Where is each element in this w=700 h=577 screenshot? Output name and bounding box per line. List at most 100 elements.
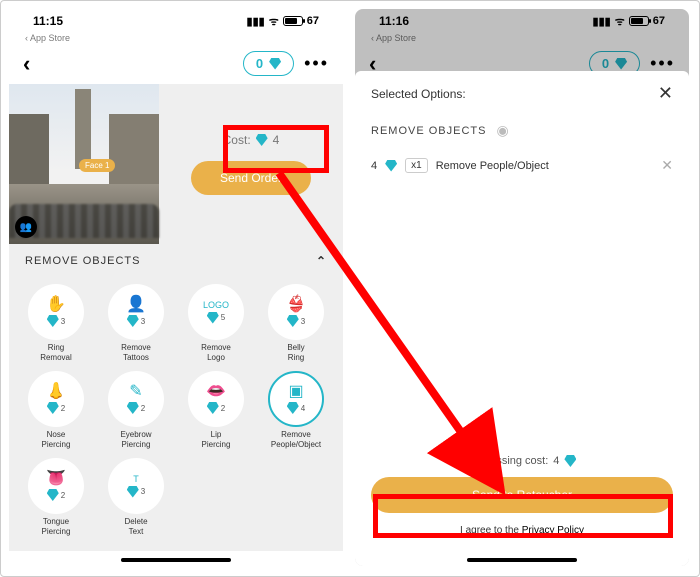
option-price: 3 (127, 315, 145, 327)
gem-icon (615, 58, 627, 70)
gem-icon (564, 455, 576, 467)
option-icon: 👅 (46, 471, 66, 487)
option-icon: ✎ (129, 384, 142, 400)
option-icon: ▣ (288, 384, 303, 400)
more-button[interactable]: ••• (304, 53, 329, 74)
option-bubble[interactable]: 👄2 (188, 371, 244, 427)
face-tag[interactable]: Face 1 (79, 159, 115, 172)
gem-icon (207, 312, 219, 324)
send-order-button[interactable]: Send Order (191, 161, 311, 195)
option-label: Delete Text (124, 517, 147, 537)
back-to-appstore[interactable]: App Store (355, 33, 689, 47)
option-icon: 👤 (126, 297, 146, 313)
options-grid: ✋3Ring Removal👤3Remove TattoosLOGO5Remov… (9, 278, 343, 551)
gem-icon (269, 58, 281, 70)
option-label: Eyebrow Piercing (120, 430, 151, 450)
option-price-value: 2 (61, 491, 65, 500)
line-item: 4 x1 Remove People/Object ✕ (355, 149, 689, 182)
option-label: Remove Logo (201, 343, 231, 363)
option-icon: LOGO (203, 301, 229, 310)
hero-area: Face 1 👥 Cost: 4 Send Order (9, 84, 343, 244)
option-price-value: 3 (141, 317, 145, 326)
chevron-up-icon: ⌃ (316, 254, 327, 268)
option-lip-piercing[interactable]: 👄2Lip Piercing (179, 371, 253, 450)
option-bubble[interactable]: T3 (108, 458, 164, 514)
sheet-group-title: REMOVE OBJECTS (371, 125, 486, 137)
people-icon[interactable]: 👥 (15, 216, 37, 238)
option-price: 3 (47, 315, 65, 327)
option-price-value: 2 (141, 404, 145, 413)
credit-count: 0 (602, 56, 609, 71)
status-bar: 11:16 ▮▮▮ ᯤ 67 (355, 9, 689, 33)
sheet-title: Selected Options: (371, 87, 466, 101)
remove-item-button[interactable]: ✕ (661, 157, 673, 174)
option-bubble[interactable]: ✋3 (28, 284, 84, 340)
send-to-retoucher-button[interactable]: Send to Retoucher (371, 477, 673, 513)
option-remove-tattoos[interactable]: 👤3Remove Tattoos (99, 284, 173, 363)
option-remove-logo[interactable]: LOGO5 Remove Logo (179, 284, 253, 363)
option-tongue-piercing[interactable]: 👅2Tongue Piercing (19, 458, 93, 537)
visibility-icon[interactable]: ◉ (496, 122, 509, 139)
gem-icon (127, 315, 139, 327)
battery-icon (629, 16, 649, 26)
section-header[interactable]: REMOVE OBJECTS ⌃ (9, 244, 343, 278)
option-label: Ring Removal (40, 343, 72, 363)
credit-count: 0 (256, 56, 263, 71)
option-bubble[interactable]: LOGO5 (188, 284, 244, 340)
processing-cost: Processing cost: 4 (371, 455, 673, 467)
hero-side: Cost: 4 Send Order (159, 84, 343, 244)
option-eyebrow-piercing[interactable]: ✎2Eyebrow Piercing (99, 371, 173, 450)
option-bubble[interactable]: 👅2 (28, 458, 84, 514)
cost-value: 4 (273, 133, 280, 147)
option-bubble[interactable]: 👤3 (108, 284, 164, 340)
option-delete-text[interactable]: T3 Delete Text (99, 458, 173, 537)
option-icon: 👃 (46, 384, 66, 400)
option-price: 2 (127, 402, 145, 414)
option-price-value: 3 (141, 487, 145, 496)
back-button[interactable]: ‹ (23, 53, 30, 75)
home-indicator[interactable] (121, 558, 231, 562)
close-button[interactable]: ✕ (658, 83, 673, 104)
option-price-value: 2 (61, 404, 65, 413)
option-bubble[interactable]: ▣4 (268, 371, 324, 427)
phone-right: 11:16 ▮▮▮ ᯤ 67 App Store ‹ 0 ••• Selecte… (351, 5, 693, 570)
option-nose-piercing[interactable]: 👃2Nose Piercing (19, 371, 93, 450)
option-price-value: 2 (221, 404, 225, 413)
wifi-icon: ᯤ (269, 14, 279, 29)
phone-left: 11:15 ▮▮▮ ᯤ 67 App Store ‹ 0 ••• Fac (5, 5, 347, 570)
home-indicator[interactable] (467, 558, 577, 562)
option-ring-removal[interactable]: ✋3Ring Removal (19, 284, 93, 363)
status-right: ▮▮▮ ᯤ 67 (247, 14, 319, 29)
gem-icon (127, 402, 139, 414)
battery-icon (283, 16, 303, 26)
item-qty: x1 (405, 158, 428, 173)
gem-icon (47, 402, 59, 414)
privacy-policy-link[interactable]: Privacy Policy (522, 525, 584, 536)
option-icon: ✋ (46, 297, 66, 313)
option-price: 3 (287, 315, 305, 327)
gem-icon (207, 402, 219, 414)
section-title: REMOVE OBJECTS (25, 255, 140, 267)
option-remove-people-object[interactable]: ▣4Remove People/Object (259, 371, 333, 450)
option-bubble[interactable]: ✎2 (108, 371, 164, 427)
gem-icon (47, 489, 59, 501)
option-bubble[interactable]: 👙3 (268, 284, 324, 340)
signal-icon: ▮▮▮ (247, 15, 265, 28)
item-name: Remove People/Object (436, 160, 549, 172)
option-price-value: 3 (61, 317, 65, 326)
gem-icon (385, 160, 397, 172)
option-label: Remove Tattoos (121, 343, 151, 363)
option-icon: 👄 (206, 384, 226, 400)
status-time: 11:15 (33, 14, 63, 28)
credit-pill[interactable]: 0 (243, 51, 294, 76)
option-belly-ring[interactable]: 👙3Belly Ring (259, 284, 333, 363)
option-label: Tongue Piercing (42, 517, 71, 537)
cost-line: Cost: 4 (223, 133, 280, 147)
back-to-appstore[interactable]: App Store (9, 33, 343, 47)
option-bubble[interactable]: 👃2 (28, 371, 84, 427)
gem-icon (256, 134, 268, 146)
gem-icon (127, 486, 139, 498)
uploaded-photo[interactable]: Face 1 👥 (9, 84, 159, 244)
wifi-icon: ᯤ (615, 14, 625, 29)
cost-label: Cost: (223, 133, 251, 147)
